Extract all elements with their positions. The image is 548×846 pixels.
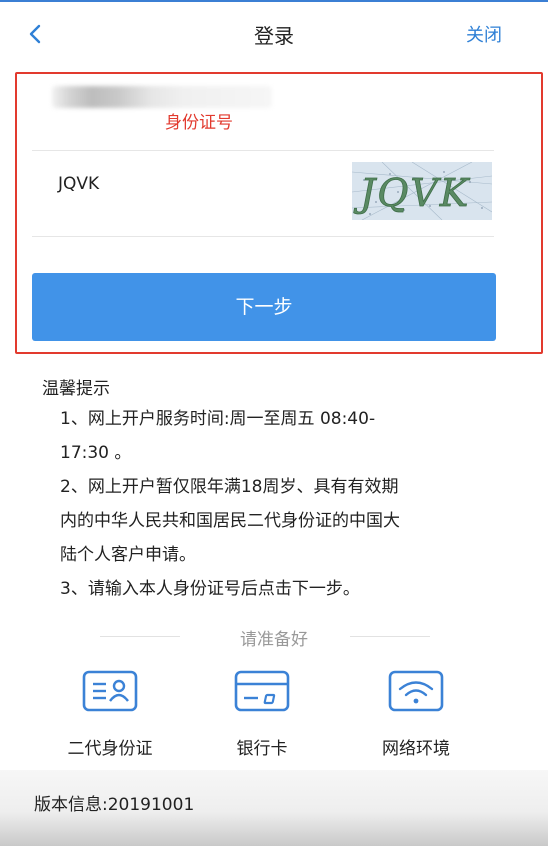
tip-line: 1、网上开户服务时间:周一至周五 08:40- [60, 409, 376, 429]
divider [32, 236, 494, 237]
prepare-item-label: 银行卡 [236, 739, 288, 759]
next-step-button[interactable]: 下一步 [32, 273, 496, 341]
close-button[interactable]: 关闭 [466, 21, 502, 47]
prepare-divider-right [350, 636, 430, 637]
captcha-image[interactable]: JQVK [352, 162, 492, 220]
tips-list: 1、网上开户服务时间:周一至周五 08:40- 17:30 。 2、网上开户暂仅… [60, 402, 480, 606]
prepare-item-label: 二代身份证 [67, 739, 153, 759]
nav-bar: 登录 关闭 [0, 2, 548, 64]
tip-line: 陆个人客户申请。 [60, 545, 196, 565]
tip-line: 3、请输入本人身份证号后点击下一步。 [60, 579, 360, 599]
id-number-annotation: 身份证号 [165, 113, 233, 133]
captcha-text: JQVK [353, 171, 471, 215]
captcha-noise: JQVK [352, 162, 492, 220]
captcha-input[interactable]: JQVK [58, 174, 99, 194]
tips-title: 温馨提示 [42, 379, 110, 399]
tip-line: 17:30 。 [60, 443, 132, 463]
wifi-icon [388, 670, 444, 712]
version-info: 版本信息:20191001 [34, 795, 195, 815]
prepare-item-label: 网络环境 [382, 739, 450, 759]
id-card-icon [82, 670, 138, 712]
id-number-input[interactable] [52, 86, 272, 108]
divider [32, 150, 494, 151]
prepare-label: 请准备好 [240, 630, 308, 650]
tip-line: 内的中华人民共和国居民二代身份证的中国大 [60, 511, 400, 531]
bank-card-icon [234, 670, 290, 712]
tip-line: 2、网上开户暂仅限年满18周岁、具有有效期 [60, 477, 399, 497]
